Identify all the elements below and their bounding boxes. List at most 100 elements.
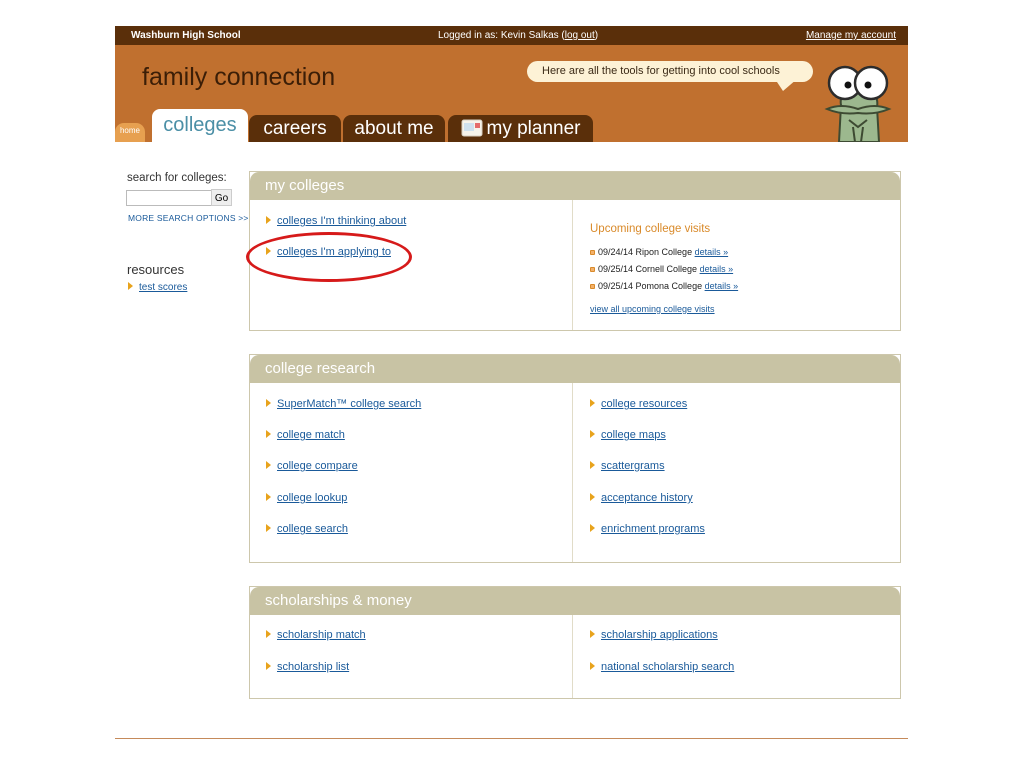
tab-colleges-label: colleges bbox=[163, 114, 237, 136]
resource-item-test-scores[interactable]: test scores bbox=[128, 282, 187, 293]
chevron-right-icon bbox=[590, 493, 595, 501]
list-item[interactable]: college lookup bbox=[266, 492, 347, 504]
view-all-visits-link[interactable]: view all upcoming college visits bbox=[590, 304, 715, 314]
college-research-heading: college research bbox=[250, 355, 900, 383]
chevron-right-icon bbox=[590, 524, 595, 532]
colleges-thinking-link[interactable]: colleges I'm thinking about bbox=[277, 215, 406, 227]
visit-item: 09/24/14 Ripon College details » bbox=[590, 247, 728, 257]
chevron-right-icon bbox=[266, 630, 271, 638]
chevron-right-icon bbox=[266, 524, 271, 532]
list-item[interactable]: SuperMatch™ college search bbox=[266, 398, 421, 410]
speech-bubble-tail bbox=[775, 79, 797, 91]
tab-about-me-label: about me bbox=[354, 118, 434, 139]
search-label: search for colleges: bbox=[127, 172, 227, 184]
tab-careers-label: careers bbox=[263, 118, 327, 139]
chevron-right-icon bbox=[266, 493, 271, 501]
top-bar: Washburn High School Logged in as: Kevin… bbox=[115, 26, 908, 45]
list-item[interactable]: college search bbox=[266, 523, 348, 535]
tab-home-label: home bbox=[119, 126, 140, 135]
college-maps-link[interactable]: college maps bbox=[601, 429, 666, 441]
national-scholarship-search-link[interactable]: national scholarship search bbox=[601, 661, 734, 673]
column-divider bbox=[572, 200, 573, 330]
chevron-right-icon bbox=[128, 282, 133, 290]
visit-details-link[interactable]: details » bbox=[695, 247, 729, 257]
login-suffix: ) bbox=[594, 30, 599, 41]
visit-item: 09/25/14 Cornell College details » bbox=[590, 264, 733, 274]
visit-item: 09/25/14 Pomona College details » bbox=[590, 281, 738, 291]
list-item[interactable]: colleges I'm thinking about bbox=[266, 215, 406, 227]
list-item[interactable]: scattergrams bbox=[590, 460, 665, 472]
tab-careers[interactable]: careers bbox=[249, 115, 341, 142]
visit-details-link[interactable]: details » bbox=[705, 281, 739, 291]
test-scores-link[interactable]: test scores bbox=[139, 282, 187, 293]
list-item[interactable]: college compare bbox=[266, 460, 358, 472]
scholarship-applications-link[interactable]: scholarship applications bbox=[601, 629, 718, 641]
app-title: family connection bbox=[142, 63, 336, 91]
visit-text: 09/25/14 Pomona College bbox=[598, 281, 703, 291]
footer-divider bbox=[115, 738, 908, 739]
crocodile-mascot-icon bbox=[824, 65, 892, 142]
login-status: Logged in as: Kevin Salkas (log out) bbox=[438, 30, 598, 41]
list-item[interactable]: enrichment programs bbox=[590, 523, 705, 535]
tab-my-planner-label: my planner bbox=[486, 118, 581, 139]
chevron-right-icon bbox=[266, 461, 271, 469]
scholarship-list-link[interactable]: scholarship list bbox=[277, 661, 349, 673]
calendar-bullet-icon bbox=[590, 284, 595, 289]
list-item[interactable]: scholarship match bbox=[266, 629, 366, 641]
chevron-right-icon bbox=[590, 461, 595, 469]
list-item[interactable]: scholarship applications bbox=[590, 629, 718, 641]
scholarships-heading: scholarships & money bbox=[250, 587, 900, 615]
tab-my-planner[interactable]: my planner bbox=[448, 115, 593, 142]
enrichment-programs-link[interactable]: enrichment programs bbox=[601, 523, 705, 535]
column-divider bbox=[572, 383, 573, 562]
tab-home[interactable]: home bbox=[115, 123, 145, 142]
list-item[interactable]: college match bbox=[266, 429, 345, 441]
highlight-circle bbox=[246, 232, 412, 282]
school-name: Washburn High School bbox=[131, 30, 241, 41]
chevron-right-icon bbox=[266, 399, 271, 407]
calendar-bullet-icon bbox=[590, 267, 595, 272]
college-search-link[interactable]: college search bbox=[277, 523, 348, 535]
manage-account-link[interactable]: Manage my account bbox=[806, 30, 896, 41]
chevron-right-icon bbox=[266, 430, 271, 438]
college-match-link[interactable]: college match bbox=[277, 429, 345, 441]
acceptance-history-link[interactable]: acceptance history bbox=[601, 492, 693, 504]
chevron-right-icon bbox=[590, 630, 595, 638]
visit-text: 09/25/14 Cornell College bbox=[598, 264, 698, 274]
college-research-panel: college research SuperMatch™ college sea… bbox=[249, 354, 901, 563]
scholarship-match-link[interactable]: scholarship match bbox=[277, 629, 366, 641]
college-resources-link[interactable]: college resources bbox=[601, 398, 687, 410]
college-search-input[interactable] bbox=[126, 190, 213, 206]
list-item[interactable]: national scholarship search bbox=[590, 661, 734, 673]
planner-envelope-icon bbox=[461, 119, 482, 137]
more-search-options-link[interactable]: MORE SEARCH OPTIONS >> bbox=[128, 213, 249, 223]
chevron-right-icon bbox=[590, 399, 595, 407]
my-colleges-heading: my colleges bbox=[250, 172, 900, 200]
go-button[interactable]: Go bbox=[211, 189, 232, 206]
logout-link[interactable]: log out bbox=[565, 30, 595, 41]
college-compare-link[interactable]: college compare bbox=[277, 460, 358, 472]
resources-heading: resources bbox=[127, 262, 185, 277]
upcoming-visits-heading: Upcoming college visits bbox=[590, 223, 711, 235]
list-item[interactable]: scholarship list bbox=[266, 661, 349, 673]
list-item[interactable]: college maps bbox=[590, 429, 666, 441]
scholarships-panel: scholarships & money scholarship match s… bbox=[249, 586, 901, 699]
supermatch-link[interactable]: SuperMatch™ college search bbox=[277, 398, 421, 410]
tab-colleges[interactable]: colleges bbox=[152, 109, 248, 142]
chevron-right-icon bbox=[266, 662, 271, 670]
visit-text: 09/24/14 Ripon College bbox=[598, 247, 693, 257]
list-item[interactable]: college resources bbox=[590, 398, 687, 410]
chevron-right-icon bbox=[266, 216, 271, 224]
chevron-right-icon bbox=[590, 430, 595, 438]
chevron-right-icon bbox=[590, 662, 595, 670]
list-item[interactable]: acceptance history bbox=[590, 492, 693, 504]
college-lookup-link[interactable]: college lookup bbox=[277, 492, 347, 504]
visit-details-link[interactable]: details » bbox=[700, 264, 734, 274]
tab-about-me[interactable]: about me bbox=[343, 115, 445, 142]
column-divider bbox=[572, 615, 573, 698]
speech-bubble: Here are all the tools for getting into … bbox=[527, 61, 813, 82]
login-prefix: Logged in as: Kevin Salkas ( bbox=[438, 30, 565, 41]
banner: family connection Here are all the tools… bbox=[115, 45, 908, 142]
calendar-bullet-icon bbox=[590, 250, 595, 255]
scattergrams-link[interactable]: scattergrams bbox=[601, 460, 665, 472]
